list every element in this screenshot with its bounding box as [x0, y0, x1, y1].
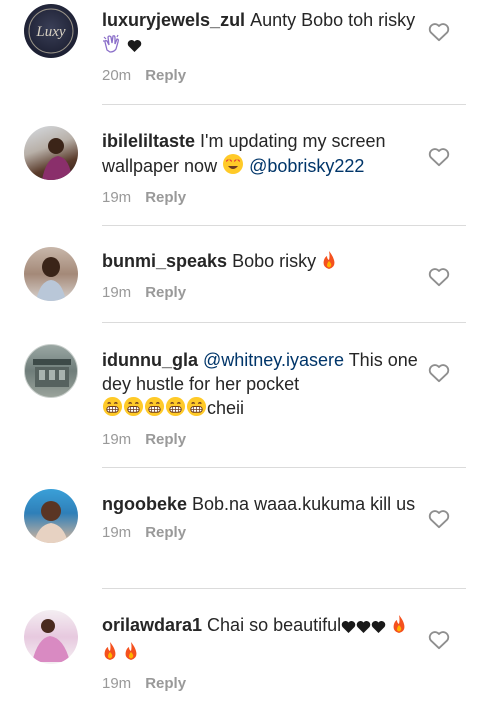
comment-time: 19m: [102, 431, 132, 448]
comment-body: Aunty Bobo toh risky: [250, 10, 416, 30]
fire-icon: [391, 614, 407, 640]
comment-time: 19m: [102, 189, 132, 206]
comment-username[interactable]: luxuryjewels_zul: [102, 10, 245, 30]
comment-item: ngoobeke Bob.na waaa.kukuma kill us 19m Re…: [0, 467, 480, 588]
comment-text: ngoobeke Bob.na waaa.kukuma kill us: [102, 492, 420, 516]
heart-eyes-icon: [222, 153, 244, 181]
comment-tail: cheii: [207, 398, 245, 418]
comment-time: 19m: [102, 524, 132, 541]
avatar[interactable]: [24, 489, 78, 543]
like-heart-icon[interactable]: [428, 147, 450, 167]
clapping-hands-icon: [102, 33, 122, 59]
comment-text: luxuryjewels_zul Aunty Bobo toh risky: [102, 8, 420, 59]
comment-time: 20m: [102, 67, 132, 84]
black-heart-icon: [341, 616, 356, 640]
comment-meta: 19m Reply: [102, 284, 420, 302]
comment-username[interactable]: orilawdara1: [102, 615, 202, 635]
like-heart-icon[interactable]: [428, 267, 450, 287]
comment-meta: 19m Reply: [102, 524, 420, 542]
comment-username[interactable]: ibileliltaste: [102, 131, 195, 151]
comment-text: ibileliltaste I'm updating my screen wall…: [102, 129, 420, 181]
black-heart-icon: [127, 35, 142, 59]
comment-time: 19m: [102, 675, 132, 692]
svg-text:Luxy: Luxy: [35, 24, 66, 40]
avatar[interactable]: [24, 610, 78, 664]
luxury-logo-icon: Luxy: [28, 8, 74, 54]
like-heart-icon[interactable]: [428, 363, 450, 383]
black-heart-icon: [371, 616, 386, 640]
grin-icon: [102, 396, 123, 423]
reply-button[interactable]: Reply: [145, 67, 186, 84]
comment-item: ibileliltaste I'm updating my screen wall…: [0, 104, 480, 225]
grin-icon: [165, 396, 186, 423]
fire-icon: [123, 641, 139, 667]
comment-item: orilawdara1 Chai so beautiful 19m Reply: [0, 588, 480, 703]
comment-username[interactable]: idunnu_gla: [102, 350, 198, 370]
grin-icon: [186, 396, 207, 423]
grin-icon: [144, 396, 165, 423]
reply-button[interactable]: Reply: [145, 284, 186, 301]
comment-item: bunmi_speaks Bobo risky 19m Reply: [0, 225, 480, 322]
comment-mention[interactable]: @whitney.iyasere: [203, 350, 344, 370]
comment-item: idunnu_gla @whitney.iyasere This one dey …: [0, 322, 480, 467]
comment-body: Bobo risky: [232, 251, 317, 271]
avatar[interactable]: [24, 344, 78, 398]
comment-body: Chai so beautiful: [207, 615, 342, 635]
storefront-photo-icon: [33, 359, 71, 387]
black-heart-icon: [356, 616, 371, 640]
comment-item: Luxy luxuryjewels_zul Aunty Bobo toh risk…: [0, 0, 480, 104]
reply-button[interactable]: Reply: [145, 524, 186, 541]
person-photo-icon: [32, 619, 70, 662]
comment-text: orilawdara1 Chai so beautiful: [102, 613, 420, 667]
comment-text: bunmi_speaks Bobo risky: [102, 249, 420, 276]
person-photo-icon: [36, 257, 66, 301]
comment-body: Bob.na waaa.kukuma kill us: [192, 494, 416, 514]
fire-icon: [321, 250, 337, 276]
avatar[interactable]: [24, 126, 78, 180]
person-photo-icon: [42, 138, 72, 180]
avatar[interactable]: Luxy: [24, 4, 78, 58]
comment-mention[interactable]: @bobrisky222: [249, 156, 364, 176]
like-heart-icon[interactable]: [428, 630, 450, 650]
reply-button[interactable]: Reply: [145, 675, 186, 692]
comment-username[interactable]: bunmi_speaks: [102, 251, 227, 271]
reply-button[interactable]: Reply: [145, 189, 186, 206]
like-heart-icon[interactable]: [428, 22, 450, 42]
comment-list: Luxy luxuryjewels_zul Aunty Bobo toh risk…: [0, 0, 480, 703]
comment-username[interactable]: ngoobeke: [102, 494, 187, 514]
reply-button[interactable]: Reply: [145, 431, 186, 448]
like-heart-icon[interactable]: [428, 509, 450, 529]
comment-meta: 20m Reply: [102, 67, 420, 85]
comment-text: idunnu_gla @whitney.iyasere This one dey …: [102, 348, 420, 423]
comment-meta: 19m Reply: [102, 189, 420, 207]
avatar[interactable]: [24, 247, 78, 301]
comment-meta: 19m Reply: [102, 431, 420, 449]
comment-meta: 19m Reply: [102, 675, 420, 693]
person-photo-icon: [34, 501, 68, 543]
grin-icon: [123, 396, 144, 423]
comment-time: 19m: [102, 284, 132, 301]
fire-icon: [102, 641, 118, 667]
